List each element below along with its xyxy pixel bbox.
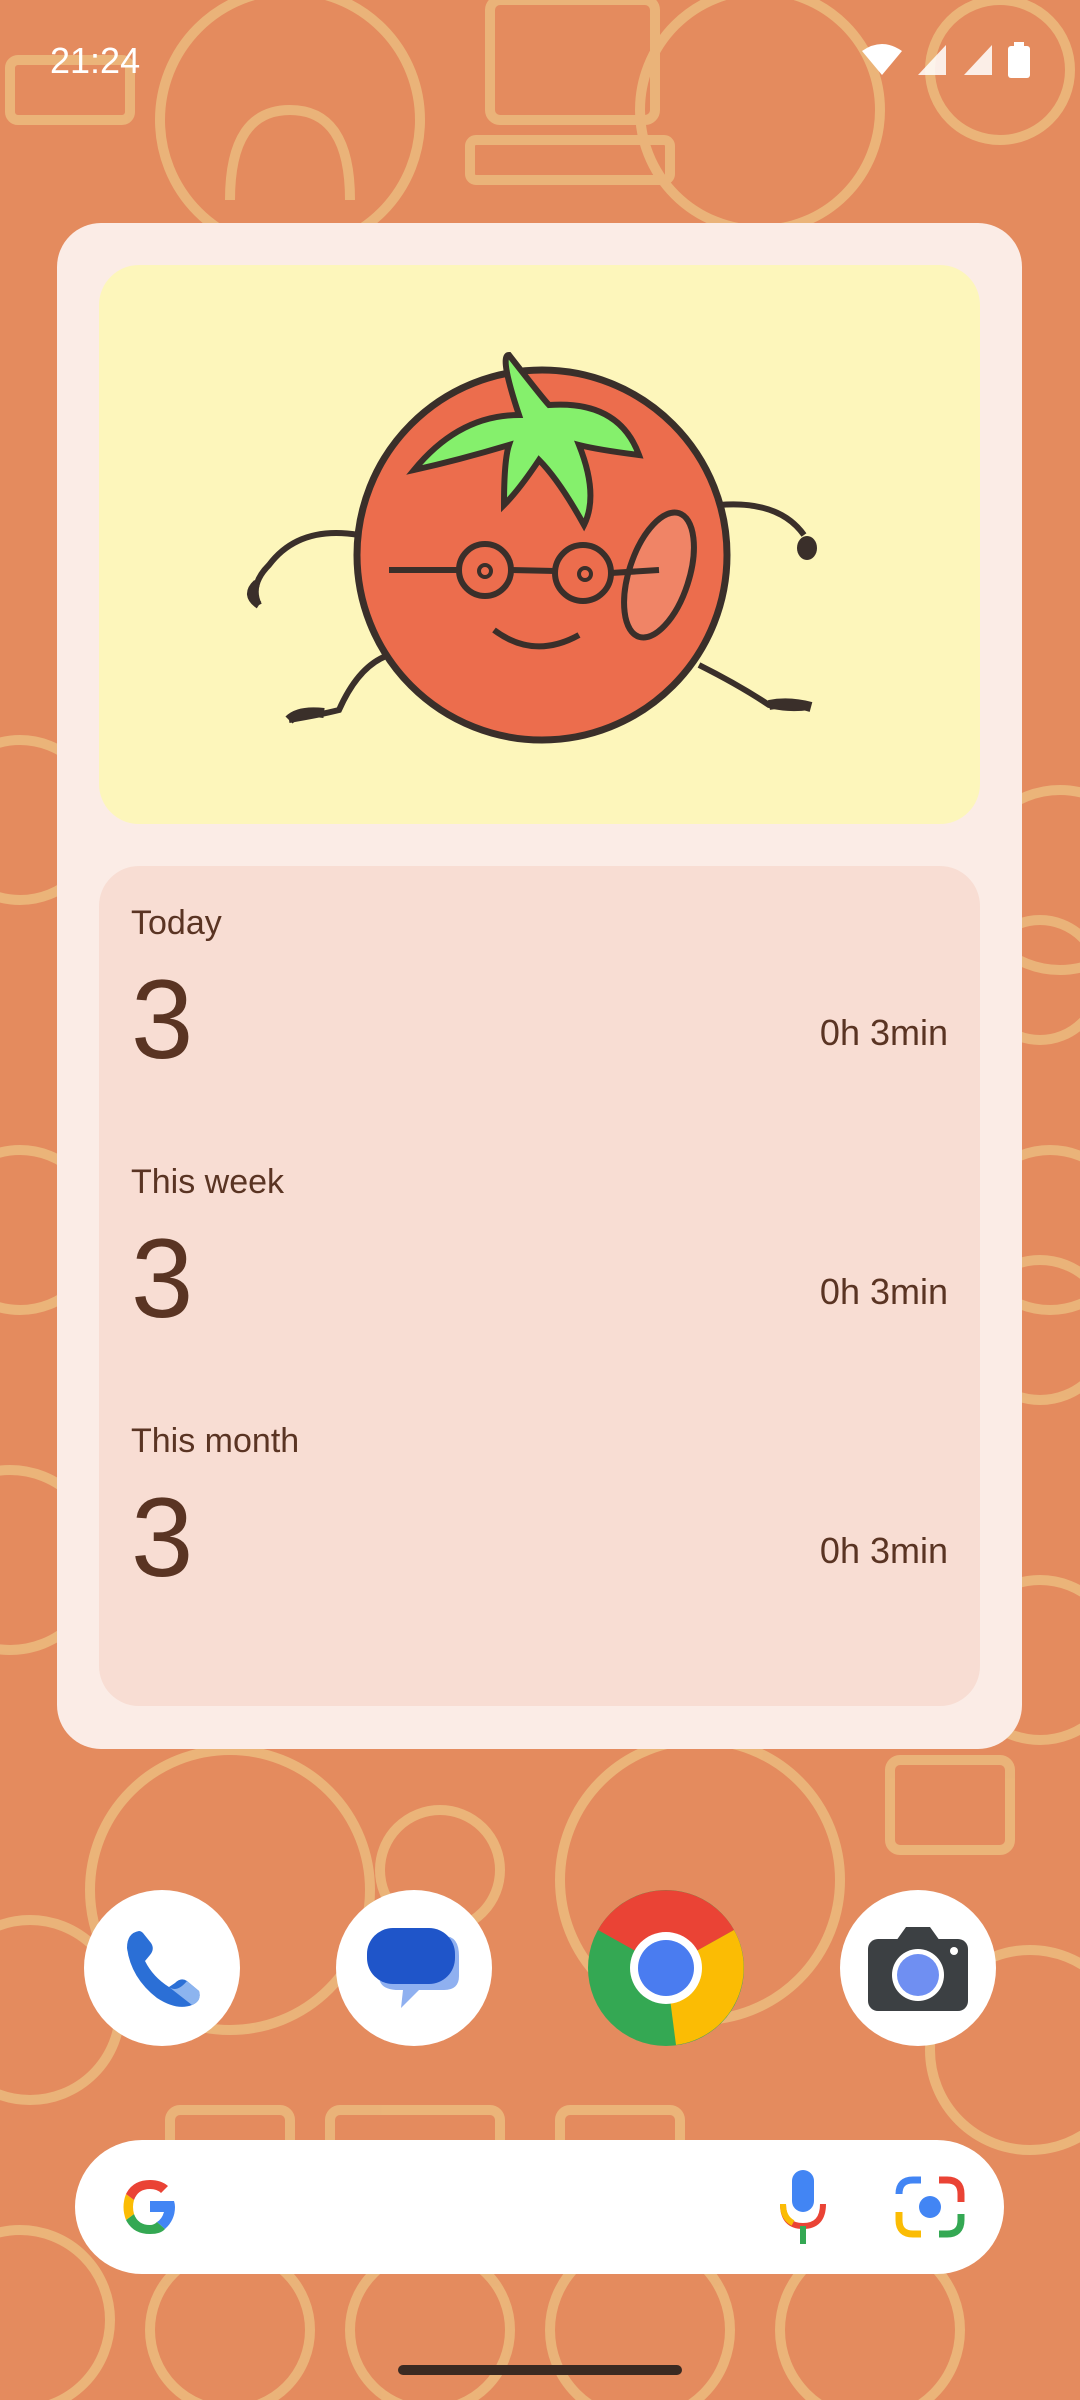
stat-count: 3 xyxy=(131,1475,194,1600)
stat-duration: 0h 3min xyxy=(819,1530,948,1571)
messages-app[interactable] xyxy=(336,1890,492,2046)
illustration-panel xyxy=(99,265,980,824)
stat-label: This month xyxy=(131,1422,300,1460)
camera-app[interactable] xyxy=(840,1890,996,2046)
stat-count: 3 xyxy=(131,1216,194,1341)
camera-icon xyxy=(868,1927,968,2011)
status-time: 21:24 xyxy=(50,40,141,81)
messages-icon xyxy=(367,1928,459,2008)
stat-count: 3 xyxy=(131,957,194,1082)
stat-duration: 0h 3min xyxy=(819,1012,948,1053)
chrome-app[interactable] xyxy=(588,1890,744,2046)
lens-icon[interactable] xyxy=(895,2174,965,2240)
status-icons xyxy=(862,42,1030,78)
phone-app[interactable] xyxy=(84,1890,240,2046)
battery-icon xyxy=(1008,42,1030,78)
signal-icon xyxy=(918,45,946,75)
phone-icon xyxy=(127,1931,200,2007)
stat-label: This week xyxy=(131,1163,285,1201)
tomato-character-icon xyxy=(247,351,817,744)
google-icon[interactable] xyxy=(117,2174,183,2240)
chrome-icon xyxy=(588,1890,744,2046)
stat-label: Today xyxy=(131,904,222,942)
microphone-icon[interactable] xyxy=(775,2168,831,2248)
navigation-handle[interactable] xyxy=(398,2365,682,2375)
stats-panel: Today 3 0h 3min This week 3 0h 3min This… xyxy=(99,866,980,1706)
stat-today: Today 3 0h 3min xyxy=(131,904,948,1144)
stat-duration: 0h 3min xyxy=(819,1271,948,1312)
app-dock xyxy=(0,1890,1080,2050)
pomodoro-widget[interactable]: Today 3 0h 3min This week 3 0h 3min This… xyxy=(57,223,1022,1749)
wifi-icon xyxy=(862,44,902,75)
stat-this-month: This month 3 0h 3min xyxy=(131,1422,948,1662)
google-search-bar[interactable] xyxy=(75,2140,1004,2274)
stat-this-week: This week 3 0h 3min xyxy=(131,1163,948,1403)
status-bar: 21:24 xyxy=(0,0,1080,130)
signal-icon xyxy=(964,45,992,75)
